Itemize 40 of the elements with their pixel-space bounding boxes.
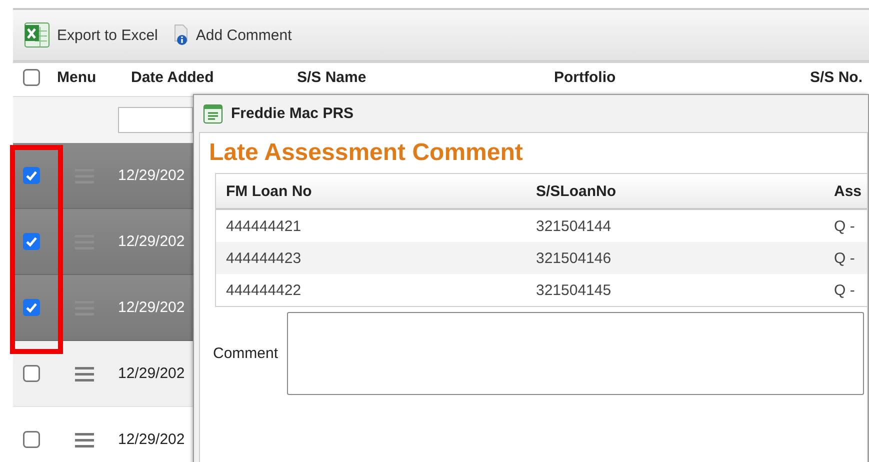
dialog-heading: Late Assessment Comment [209,139,524,167]
comment-button[interactable]: Add Comment [172,24,292,46]
table-cell-text: 444444422 [225,282,302,298]
window-title: Freddie Mac PRS [231,105,354,122]
document-info-icon [172,24,190,46]
checkbox[interactable] [23,431,40,448]
checkbox[interactable] [23,69,40,86]
table-cell-text: 321504144 [536,218,612,234]
column-header: FM Loan No [225,182,313,200]
checkbox[interactable] [23,365,40,382]
table-cell: 12/29/202 [118,167,185,184]
table-cell: Q - [834,250,855,266]
spreadsheet-icon [23,21,51,49]
table-cell-text: 321504146 [536,250,612,266]
column-header: Menu [57,69,98,86]
table-cell-text: 321504145 [536,282,612,298]
column-header: Date Added [131,69,215,86]
comment-field[interactable] [287,312,864,395]
checkbox[interactable] [23,233,40,250]
checkbox[interactable] [23,299,40,316]
checkbox[interactable] [23,167,40,184]
table-cell: Q - [834,218,855,234]
column-header: S/S No. [810,69,863,86]
field-label: Comment [212,345,280,362]
export-button[interactable]: Export to Excel [23,21,158,49]
window-icon [203,104,223,124]
filter-field[interactable] [118,107,193,133]
column-header: S/S Name [297,69,368,86]
table-cell: Q - [834,282,855,298]
menu-icon[interactable] [74,366,94,382]
table-cell: 12/29/202 [118,365,185,382]
table-cell-text: 444444423 [225,250,302,266]
table-cell: 12/29/202 [118,233,185,250]
column-header: S/SLoanNo [536,182,618,200]
table-cell: 12/29/202 [118,431,185,448]
column-header: Ass [834,182,862,200]
menu-icon[interactable] [74,432,94,448]
table-cell: 12/29/202 [118,299,185,316]
column-header: Portfolio [554,69,617,86]
table-cell-text: 444444421 [225,218,302,234]
